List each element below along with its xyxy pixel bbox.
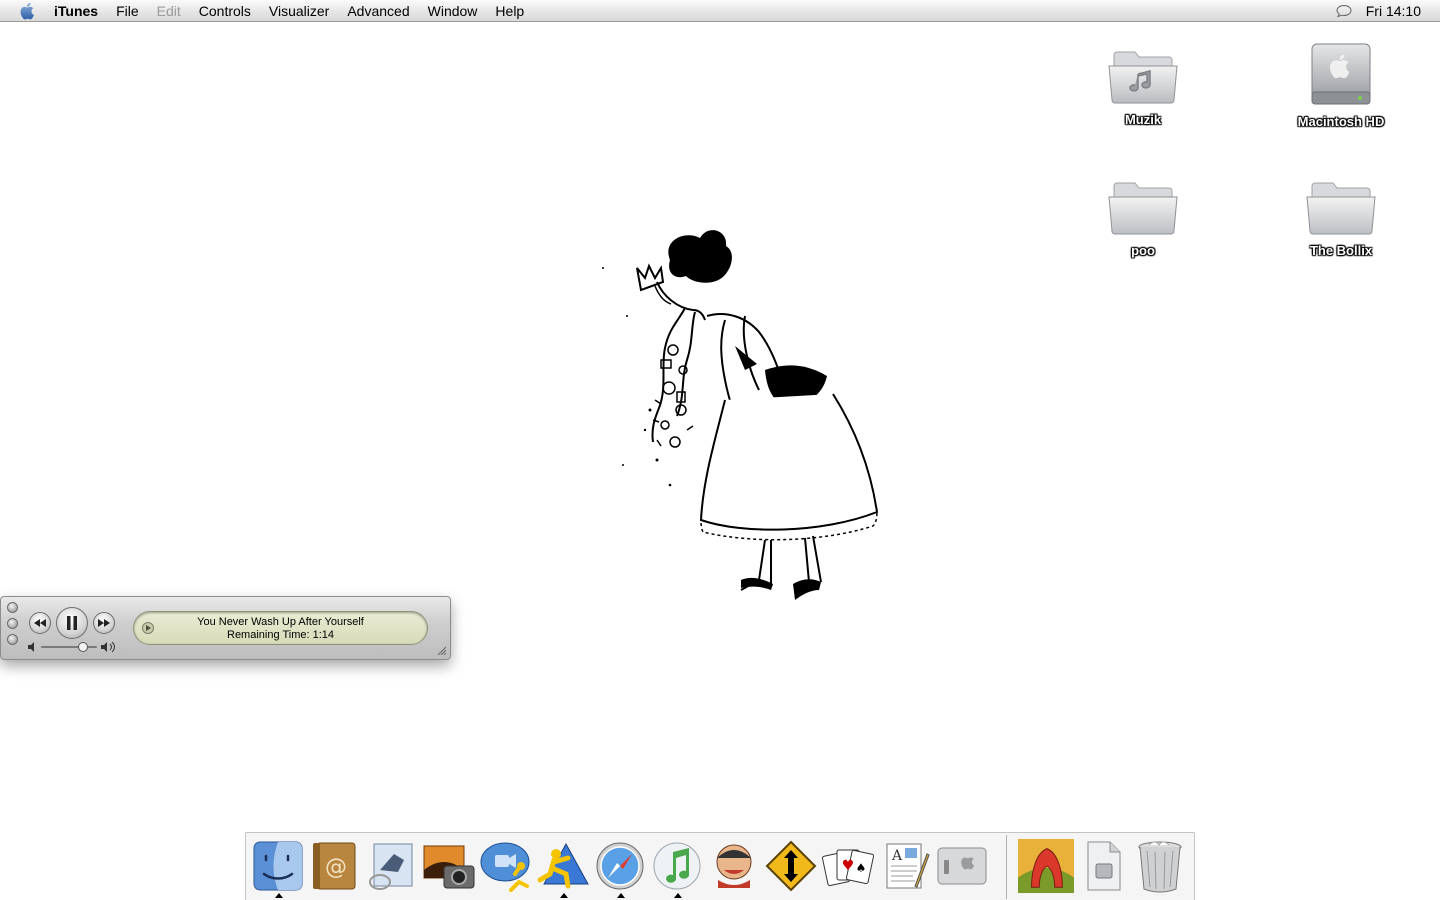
desktop-icon-label: Macintosh HD <box>1297 114 1385 129</box>
apple-menu[interactable] <box>11 2 45 20</box>
iphoto-icon <box>423 845 475 889</box>
menu-bar: iTunes File Edit Controls Visualizer Adv… <box>0 0 1440 22</box>
minimize-button[interactable] <box>7 618 18 629</box>
aim-icon <box>537 842 589 889</box>
desktop-icon-poo[interactable]: poo <box>1078 175 1208 258</box>
running-indicator <box>560 893 568 898</box>
menubar-clock[interactable]: Fri 14:10 <box>1354 3 1440 19</box>
safari-icon <box>596 842 644 890</box>
transmit-icon <box>765 840 817 892</box>
dock-item-transmit[interactable] <box>763 837 819 895</box>
volume-knob[interactable] <box>78 642 88 652</box>
desktop-icon-macintosh-hd[interactable]: Macintosh HD <box>1276 40 1406 129</box>
dock-item-artwork[interactable] <box>1018 837 1074 895</box>
hard-drive-icon <box>1311 43 1371 105</box>
ichat-icon <box>480 842 530 892</box>
mail-icon <box>369 843 413 890</box>
track-title: You Never Wash Up After Yourself <box>197 616 364 628</box>
solitaire-icon: ♥ ♠ <box>821 849 875 887</box>
volume-high-icon <box>101 641 115 653</box>
document-icon <box>1087 841 1121 891</box>
dock-item-ichat[interactable] <box>478 837 534 895</box>
address-book-icon: @ <box>313 842 356 890</box>
running-indicator <box>617 893 625 898</box>
dock-item-game[interactable] <box>706 837 762 895</box>
next-track-button[interactable] <box>93 612 115 634</box>
window-controls <box>7 602 18 645</box>
resize-grip-icon[interactable] <box>436 645 446 655</box>
desktop-icon-the-bollix[interactable]: The Bollix <box>1276 175 1406 258</box>
dock-item-aim[interactable] <box>535 837 591 898</box>
menu-visualizer[interactable]: Visualizer <box>260 0 338 22</box>
wallpaper-illustration <box>602 230 879 600</box>
rewind-icon <box>34 619 46 627</box>
dock-item-solitaire[interactable]: ♥ ♠ <box>820 837 876 895</box>
pause-icon <box>67 616 77 630</box>
menu-window[interactable]: Window <box>419 0 487 22</box>
game-character-icon <box>716 844 752 888</box>
menu-file[interactable]: File <box>107 0 148 22</box>
apple-logo-icon <box>20 2 34 20</box>
speech-bubble-icon[interactable] <box>1334 4 1354 18</box>
folder-icon <box>1108 182 1178 235</box>
menu-advanced[interactable]: Advanced <box>338 0 418 22</box>
menu-edit[interactable]: Edit <box>148 0 190 22</box>
desktop-icon-label: poo <box>1131 243 1155 258</box>
svg-text:A: A <box>891 848 903 864</box>
dock-item-textedit[interactable]: A <box>877 837 933 895</box>
desktop-icon-label: Muzik <box>1124 112 1162 127</box>
menu-app-itunes[interactable]: iTunes <box>45 0 107 22</box>
textedit-icon: A <box>886 843 930 889</box>
fast-forward-icon <box>98 619 110 627</box>
dock-item-safari[interactable] <box>592 837 648 898</box>
dock-item-iphoto[interactable] <box>421 837 477 895</box>
dock-item-mail[interactable] <box>364 837 420 895</box>
lcd-display[interactable]: You Never Wash Up After Yourself Remaini… <box>133 611 428 645</box>
dock-item-system-preferences[interactable] <box>934 837 990 895</box>
svg-text:@: @ <box>325 855 347 880</box>
desktop-icon-label: The Bollix <box>1309 243 1373 258</box>
close-button[interactable] <box>7 602 18 613</box>
remaining-time: Remaining Time: 1:14 <box>227 629 334 641</box>
folder-icon <box>1306 182 1376 235</box>
running-indicator <box>674 893 682 898</box>
dock-item-document[interactable] <box>1076 837 1132 895</box>
dock: @ ♥ ♠ A <box>245 832 1195 900</box>
music-folder-icon <box>1108 51 1178 104</box>
zoom-button[interactable] <box>7 634 18 645</box>
volume-low-icon <box>28 642 34 652</box>
lcd-mode-toggle[interactable] <box>142 622 154 634</box>
dock-item-trash[interactable] <box>1132 837 1188 895</box>
svg-text:♥: ♥ <box>842 858 855 874</box>
dock-item-finder[interactable] <box>250 837 306 898</box>
dock-item-address-book[interactable]: @ <box>307 837 363 895</box>
itunes-icon <box>653 842 701 890</box>
menu-controls[interactable]: Controls <box>190 0 260 22</box>
dock-separator <box>1006 835 1007 899</box>
dock-item-itunes[interactable] <box>649 837 705 898</box>
play-pause-button[interactable] <box>56 607 88 639</box>
play-small-icon <box>146 625 151 631</box>
running-indicator <box>275 893 283 898</box>
finder-icon <box>253 841 303 891</box>
trash-icon <box>1138 841 1182 893</box>
artwork-icon <box>1018 838 1074 894</box>
volume-slider[interactable] <box>27 641 117 653</box>
previous-track-button[interactable] <box>29 612 51 634</box>
menu-help[interactable]: Help <box>486 0 533 22</box>
svg-text:♠: ♠ <box>856 861 867 875</box>
system-preferences-icon <box>937 847 987 885</box>
desktop-icon-muzik[interactable]: Muzik <box>1078 44 1208 127</box>
